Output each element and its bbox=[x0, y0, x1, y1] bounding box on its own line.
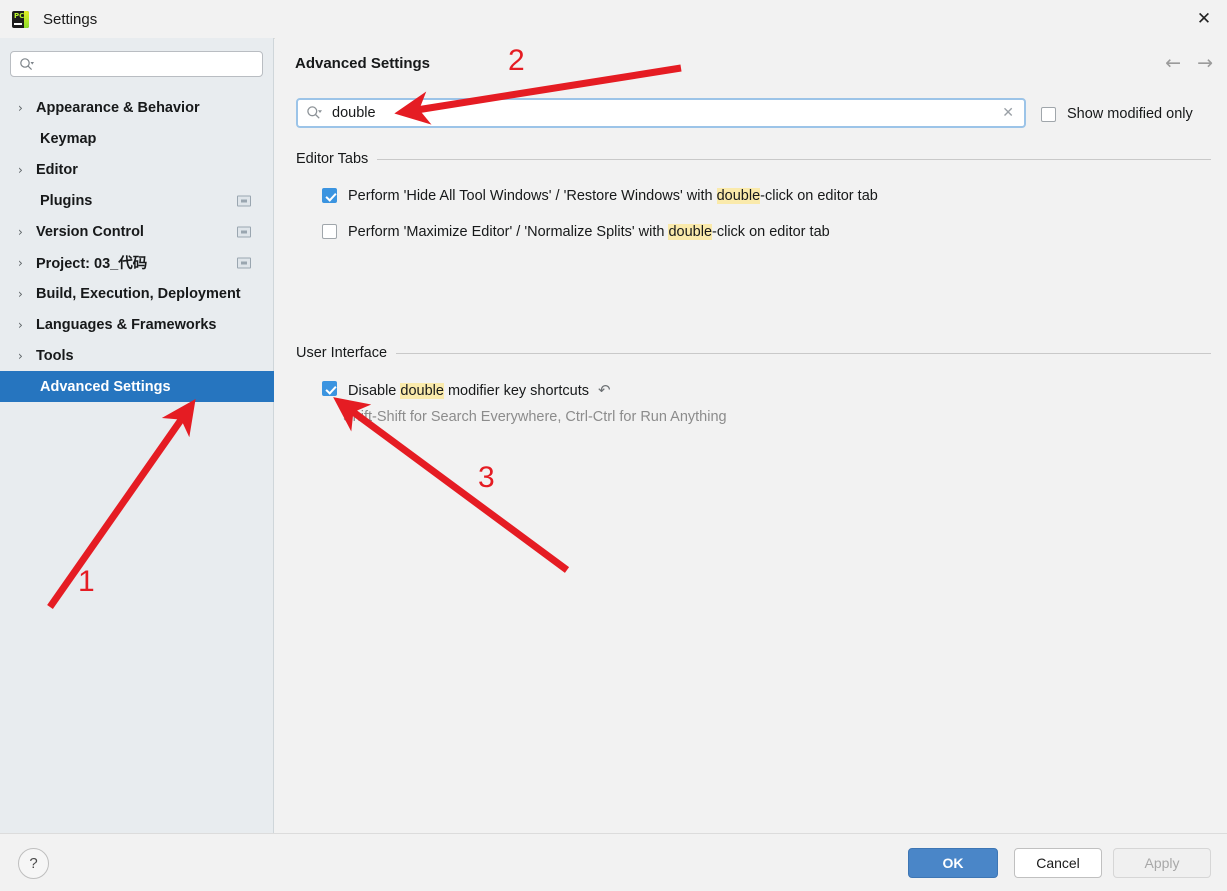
sidebar-item-project-03[interactable]: › Project: 03_代码 bbox=[0, 247, 274, 278]
sidebar-search-box[interactable] bbox=[10, 51, 263, 77]
option-label-highlight: double bbox=[716, 188, 761, 204]
option-sub-note: Shift-Shift for Search Everywhere, Ctrl-… bbox=[343, 409, 727, 425]
option-label-post: -click on editor tab bbox=[712, 224, 830, 240]
section-header-editor-tabs: Editor Tabs bbox=[296, 151, 1211, 167]
section-title: User Interface bbox=[296, 345, 388, 361]
hide-all-tool-windows-checkbox[interactable] bbox=[322, 188, 337, 203]
section-divider bbox=[377, 158, 1211, 160]
settings-sidebar: › Appearance & Behavior Keymap › Editor Plugi… bbox=[0, 38, 274, 833]
sidebar-item-label: Plugins bbox=[40, 192, 93, 209]
sidebar-item-editor[interactable]: › Editor bbox=[0, 154, 274, 185]
chevron-right-icon[interactable]: › bbox=[18, 101, 32, 115]
arrow-left-icon[interactable]: ← bbox=[1165, 54, 1181, 73]
sidebar-item-label: Version Control bbox=[36, 223, 144, 240]
module-badge-icon bbox=[237, 257, 251, 268]
search-icon bbox=[306, 105, 322, 121]
module-badge-icon bbox=[237, 195, 251, 206]
option-label: Perform 'Maximize Editor' / 'Normalize S… bbox=[348, 224, 830, 240]
settings-dialog: PC Settings ✕ › Appearance & Behavior Keym… bbox=[0, 0, 1227, 891]
navigation-arrows: ← → bbox=[1165, 54, 1213, 73]
option-label-pre: Perform 'Maximize Editor' / 'Normalize S… bbox=[348, 224, 669, 240]
revert-icon[interactable]: ↶ bbox=[598, 381, 611, 399]
title-bar: PC Settings ✕ bbox=[0, 0, 1227, 39]
sidebar-item-label: Languages & Frameworks bbox=[36, 316, 217, 333]
option-label: Perform 'Hide All Tool Windows' / 'Resto… bbox=[348, 188, 878, 204]
chevron-right-icon[interactable]: › bbox=[18, 163, 32, 177]
clear-search-icon[interactable]: ✕ bbox=[1002, 105, 1014, 121]
chevron-right-icon[interactable]: › bbox=[18, 256, 32, 270]
sidebar-item-advanced-settings[interactable]: Advanced Settings bbox=[0, 371, 274, 402]
module-badge-icon bbox=[237, 226, 251, 237]
ok-button[interactable]: OK bbox=[908, 848, 998, 878]
maximize-editor-checkbox[interactable] bbox=[322, 224, 337, 239]
sidebar-item-build-execution-deployment[interactable]: › Build, Execution, Deployment bbox=[0, 278, 274, 309]
search-icon bbox=[19, 57, 34, 72]
settings-tree: › Appearance & Behavior Keymap › Editor Plugi… bbox=[0, 92, 274, 402]
page-title: Advanced Settings bbox=[295, 55, 431, 72]
advanced-settings-search-box[interactable]: double ✕ bbox=[296, 98, 1026, 128]
arrow-right-icon[interactable]: → bbox=[1197, 54, 1213, 73]
section-divider bbox=[396, 352, 1211, 354]
sidebar-item-appearance-behavior[interactable]: › Appearance & Behavior bbox=[0, 92, 274, 123]
sidebar-item-plugins[interactable]: Plugins bbox=[0, 185, 274, 216]
help-button[interactable]: ? bbox=[18, 848, 49, 879]
option-label: Disable double modifier key shortcuts ↶ bbox=[348, 381, 611, 399]
advanced-settings-search-input[interactable]: double bbox=[332, 105, 376, 121]
sidebar-item-languages-frameworks[interactable]: › Languages & Frameworks bbox=[0, 309, 274, 340]
option-label-post: modifier key shortcuts bbox=[443, 383, 589, 399]
chevron-right-icon[interactable]: › bbox=[18, 225, 32, 239]
sidebar-item-version-control[interactable]: › Version Control bbox=[0, 216, 274, 247]
window-title: Settings bbox=[43, 10, 98, 28]
advanced-settings-panel: Advanced Settings ← → double ✕ Show modi… bbox=[275, 38, 1227, 833]
chevron-right-icon[interactable]: › bbox=[18, 287, 32, 301]
sidebar-item-label: Editor bbox=[36, 161, 78, 178]
sidebar-item-label: Advanced Settings bbox=[40, 378, 171, 395]
section-title: Editor Tabs bbox=[296, 151, 369, 167]
close-icon[interactable]: ✕ bbox=[1181, 0, 1227, 37]
option-label-pre: Disable bbox=[348, 383, 401, 399]
sidebar-item-label: Build, Execution, Deployment bbox=[36, 285, 241, 302]
option-label-highlight: double bbox=[668, 224, 713, 240]
sidebar-item-label: Appearance & Behavior bbox=[36, 99, 200, 116]
sidebar-search-input[interactable] bbox=[40, 55, 244, 73]
section-header-user-interface: User Interface bbox=[296, 345, 1211, 361]
show-modified-only-checkbox[interactable] bbox=[1041, 106, 1056, 122]
option-label-post: -click on editor tab bbox=[760, 188, 878, 204]
disable-double-modifier-checkbox[interactable] bbox=[322, 381, 337, 396]
apply-button[interactable]: Apply bbox=[1113, 848, 1211, 878]
sidebar-item-tools[interactable]: › Tools bbox=[0, 340, 274, 371]
sidebar-item-label: Keymap bbox=[40, 130, 97, 147]
cancel-button[interactable]: Cancel bbox=[1014, 848, 1102, 878]
chevron-right-icon[interactable]: › bbox=[18, 318, 32, 332]
sidebar-item-keymap[interactable]: Keymap bbox=[0, 123, 274, 154]
show-modified-only-row[interactable]: Show modified only bbox=[1041, 106, 1193, 122]
pycharm-icon: PC bbox=[12, 10, 29, 28]
option-row[interactable]: Perform 'Maximize Editor' / 'Normalize S… bbox=[322, 224, 830, 240]
show-modified-only-label: Show modified only bbox=[1067, 106, 1193, 122]
option-label-highlight: double bbox=[400, 383, 444, 399]
option-row[interactable]: Disable double modifier key shortcuts ↶ bbox=[322, 381, 611, 399]
chevron-right-icon[interactable]: › bbox=[18, 349, 32, 363]
sidebar-item-label: Project: 03_代码 bbox=[36, 256, 148, 272]
sidebar-item-label: Tools bbox=[36, 347, 74, 364]
option-row[interactable]: Perform 'Hide All Tool Windows' / 'Resto… bbox=[322, 188, 878, 204]
option-label-pre: Perform 'Hide All Tool Windows' / 'Resto… bbox=[348, 188, 717, 204]
